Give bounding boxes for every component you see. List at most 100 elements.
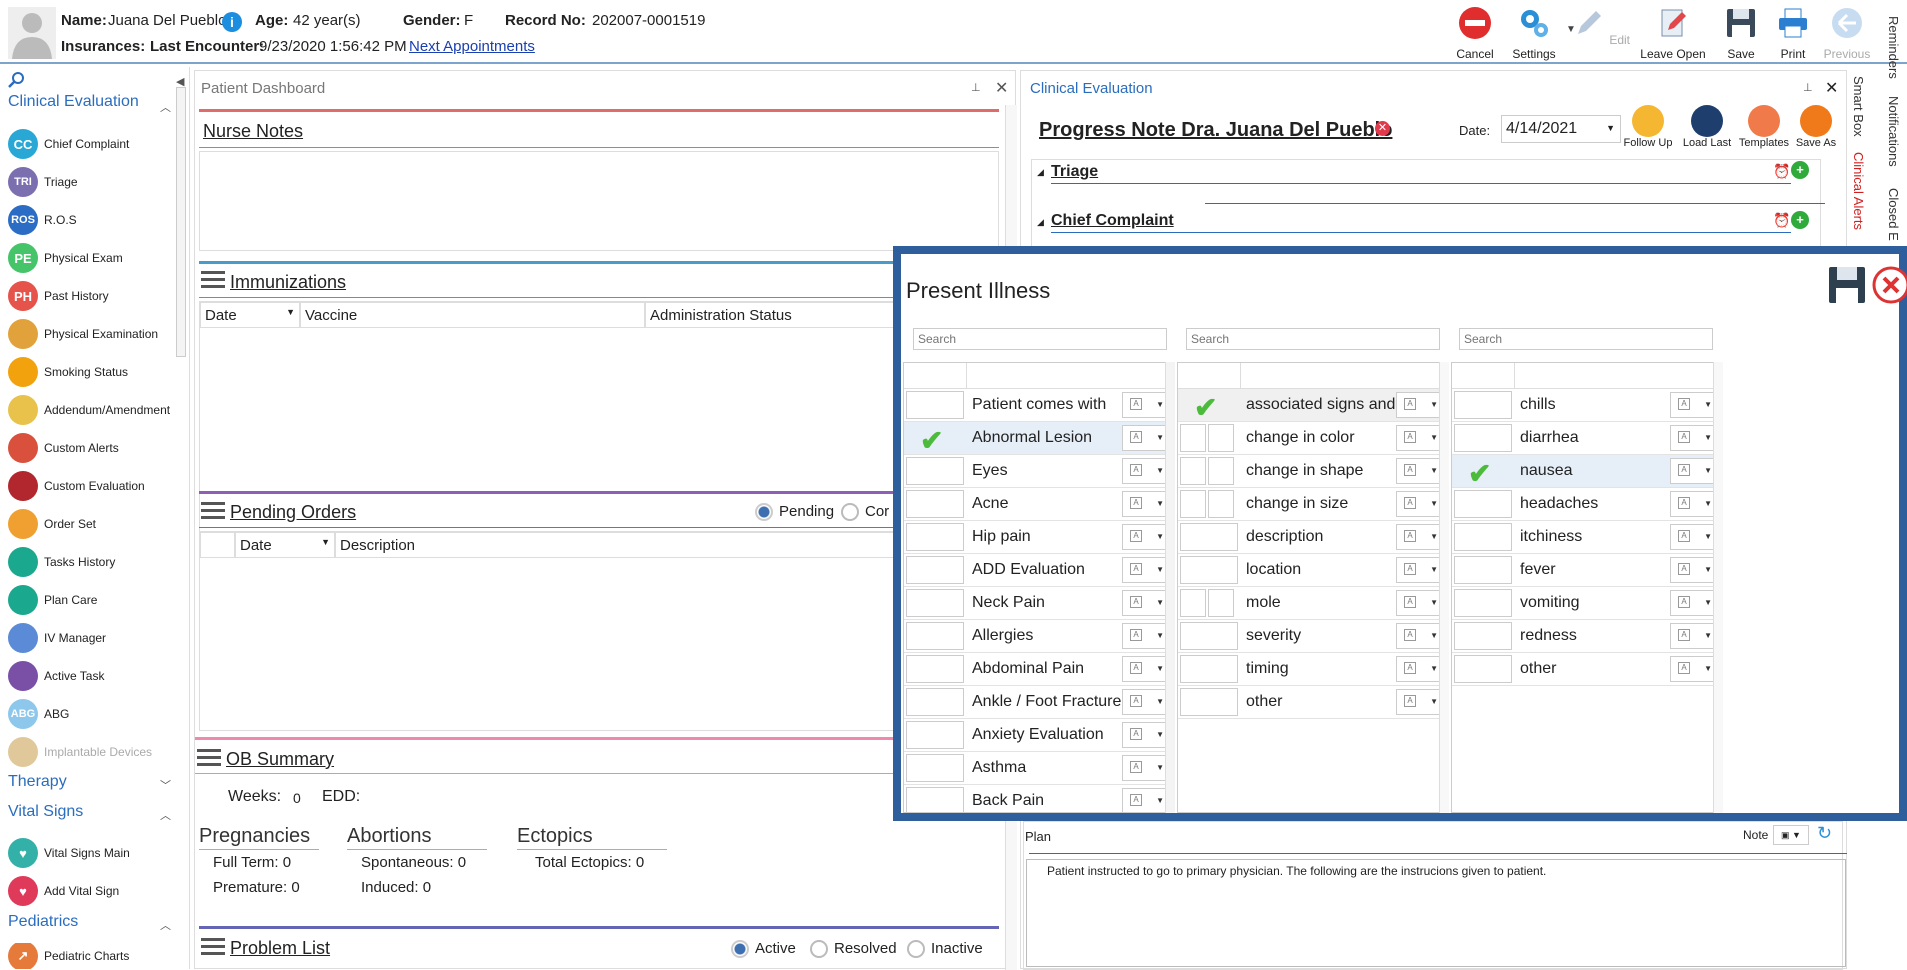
note-type-dropdown[interactable]: A ▼: [1122, 722, 1170, 748]
list-item[interactable]: other A ▼: [1452, 653, 1720, 686]
plan-textarea[interactable]: Patient instructed to go to primary phys…: [1026, 859, 1846, 967]
item-checkbox[interactable]: [906, 523, 964, 551]
list-item[interactable]: ✔ Abnormal Lesion A ▼: [904, 422, 1172, 456]
section-pediatrics[interactable]: Pediatrics: [8, 913, 78, 931]
sidebar-item-addendum-amendment[interactable]: Addendum/Amendment: [0, 391, 175, 429]
section-clinical-evaluation[interactable]: Clinical Evaluation: [8, 93, 139, 111]
item-checkbox[interactable]: [906, 754, 964, 782]
list-item[interactable]: ✔ nausea A ▼: [1452, 455, 1720, 489]
pending-orders-title[interactable]: Pending Orders: [230, 502, 356, 523]
item-checkbox[interactable]: [906, 655, 964, 683]
note-type-dropdown[interactable]: A ▼: [1670, 524, 1718, 550]
list-item[interactable]: location A ▼: [1178, 554, 1446, 587]
list-item[interactable]: mole A ▼: [1178, 587, 1446, 620]
previous-button[interactable]: Previous: [1816, 4, 1878, 62]
note-type-dropdown[interactable]: A ▼: [1670, 491, 1718, 517]
note-type-dropdown[interactable]: A ▼: [1122, 557, 1170, 583]
sidebar-item-smoking-status[interactable]: Smoking Status: [0, 353, 175, 391]
item-checkbox[interactable]: [1180, 556, 1238, 584]
note-type-dropdown[interactable]: A ▼: [1396, 425, 1444, 451]
sidebar-item-physical-exam[interactable]: PE Physical Exam: [0, 239, 175, 277]
close-icon[interactable]: ✕: [1825, 78, 1838, 98]
note-type-dropdown[interactable]: A ▼: [1396, 656, 1444, 682]
list-item[interactable]: headaches A ▼: [1452, 488, 1720, 521]
save-as-button[interactable]: Save As: [1785, 105, 1847, 149]
search-icon[interactable]: [8, 71, 26, 89]
search-input-col3[interactable]: [1459, 328, 1713, 350]
list-item[interactable]: timing A ▼: [1178, 653, 1446, 686]
note-type-dropdown[interactable]: A ▼: [1670, 656, 1718, 682]
list-item[interactable]: itchiness A ▼: [1452, 521, 1720, 554]
item-checkbox[interactable]: [1208, 490, 1234, 518]
note-type-dropdown[interactable]: A ▼: [1396, 623, 1444, 649]
follow-up-button[interactable]: Follow Up: [1617, 105, 1679, 149]
item-checkbox[interactable]: [1180, 622, 1238, 650]
pin-icon[interactable]: ⊥: [1803, 81, 1813, 94]
sidebar-item-abg[interactable]: ABG ABG: [0, 695, 175, 733]
search-input-col1[interactable]: [913, 328, 1167, 350]
note-type-dropdown[interactable]: A ▼: [1670, 392, 1718, 418]
search-input-col2[interactable]: [1186, 328, 1440, 350]
col-header-select[interactable]: [200, 532, 235, 558]
list-item[interactable]: Neck Pain A ▼: [904, 587, 1172, 620]
note-type-dropdown[interactable]: A ▼: [1670, 590, 1718, 616]
item-checkbox[interactable]: [1454, 556, 1512, 584]
sidebar-item-plan-care[interactable]: Plan Care: [0, 581, 175, 619]
note-dropdown[interactable]: ▣ ▼: [1773, 825, 1809, 845]
col-header-date[interactable]: Date ▼: [200, 302, 300, 328]
section-therapy[interactable]: Therapy: [8, 773, 67, 791]
item-checkbox[interactable]: [1208, 457, 1234, 485]
note-type-dropdown[interactable]: A ▼: [1122, 524, 1170, 550]
sidebar-item-triage[interactable]: TRI Triage: [0, 163, 175, 201]
note-type-dropdown[interactable]: A ▼: [1396, 458, 1444, 484]
sidebar-item-pediatric-charts[interactable]: ↗ Pediatric Charts: [0, 943, 175, 969]
item-checkbox[interactable]: [1208, 424, 1234, 452]
sidebar-item-past-history[interactable]: PH Past History: [0, 277, 175, 315]
sidebar-scrollbar[interactable]: [176, 87, 186, 357]
chevron-up-icon[interactable]: ︿: [160, 917, 171, 933]
list-item[interactable]: ✔ associated signs and sym...A▼: [1178, 389, 1446, 423]
item-checkbox[interactable]: [1208, 589, 1234, 617]
ob-summary-title[interactable]: OB Summary: [226, 749, 334, 770]
edit-button[interactable]: Edit: [1570, 4, 1632, 62]
item-checkbox[interactable]: [1454, 424, 1512, 452]
list-item[interactable]: Patient comes with A ▼: [904, 389, 1172, 422]
settings-button[interactable]: Settings: [1503, 4, 1565, 62]
alarm-icon[interactable]: ⏰: [1773, 212, 1790, 229]
item-checkbox[interactable]: [906, 787, 964, 812]
list-item[interactable]: Anxiety Evaluation A ▼: [904, 719, 1172, 752]
item-checkbox[interactable]: [1180, 655, 1238, 683]
add-icon[interactable]: +: [1791, 211, 1809, 229]
nurse-notes-textarea[interactable]: [199, 151, 999, 251]
note-type-dropdown[interactable]: A ▼: [1396, 590, 1444, 616]
menu-icon[interactable]: [197, 749, 221, 767]
tab-clinical-alerts[interactable]: Clinical Alerts: [1851, 152, 1866, 242]
cancel-button[interactable]: Cancel: [1444, 4, 1506, 62]
list-item[interactable]: severity A ▼: [1178, 620, 1446, 653]
section-vital-signs[interactable]: Vital Signs: [8, 803, 83, 821]
sidebar-item-add-vital-sign[interactable]: ♥ Add Vital Sign: [0, 872, 175, 910]
sidebar-item-active-task[interactable]: Active Task: [0, 657, 175, 695]
item-checkbox[interactable]: ✔: [1454, 457, 1512, 489]
note-type-dropdown[interactable]: A ▼: [1396, 392, 1444, 418]
item-checkbox[interactable]: [906, 490, 964, 518]
note-type-dropdown[interactable]: A ▼: [1396, 689, 1444, 715]
note-type-dropdown[interactable]: A ▼: [1122, 491, 1170, 517]
list-item[interactable]: change in size A ▼: [1178, 488, 1446, 521]
sidebar-item-chief-complaint[interactable]: CC Chief Complaint: [0, 125, 175, 163]
note-type-dropdown[interactable]: A ▼: [1122, 689, 1170, 715]
list-item[interactable]: change in shape A ▼: [1178, 455, 1446, 488]
chevron-down-icon[interactable]: ﹀: [160, 777, 171, 793]
floppy-icon[interactable]: [1827, 265, 1867, 305]
note-type-dropdown[interactable]: A ▼: [1670, 557, 1718, 583]
list-item[interactable]: redness A ▼: [1452, 620, 1720, 653]
tab-reminders[interactable]: Reminders: [1886, 16, 1901, 86]
immunizations-title[interactable]: Immunizations: [230, 272, 346, 293]
note-type-dropdown[interactable]: A ▼: [1122, 458, 1170, 484]
item-checkbox[interactable]: [1454, 655, 1512, 683]
note-type-dropdown[interactable]: A ▼: [1122, 590, 1170, 616]
sidebar-item-implantable-devices[interactable]: Implantable Devices: [0, 733, 175, 771]
note-type-dropdown[interactable]: A ▼: [1670, 623, 1718, 649]
leave-open-button[interactable]: Leave Open: [1640, 4, 1706, 62]
list-item[interactable]: ADD Evaluation A ▼: [904, 554, 1172, 587]
